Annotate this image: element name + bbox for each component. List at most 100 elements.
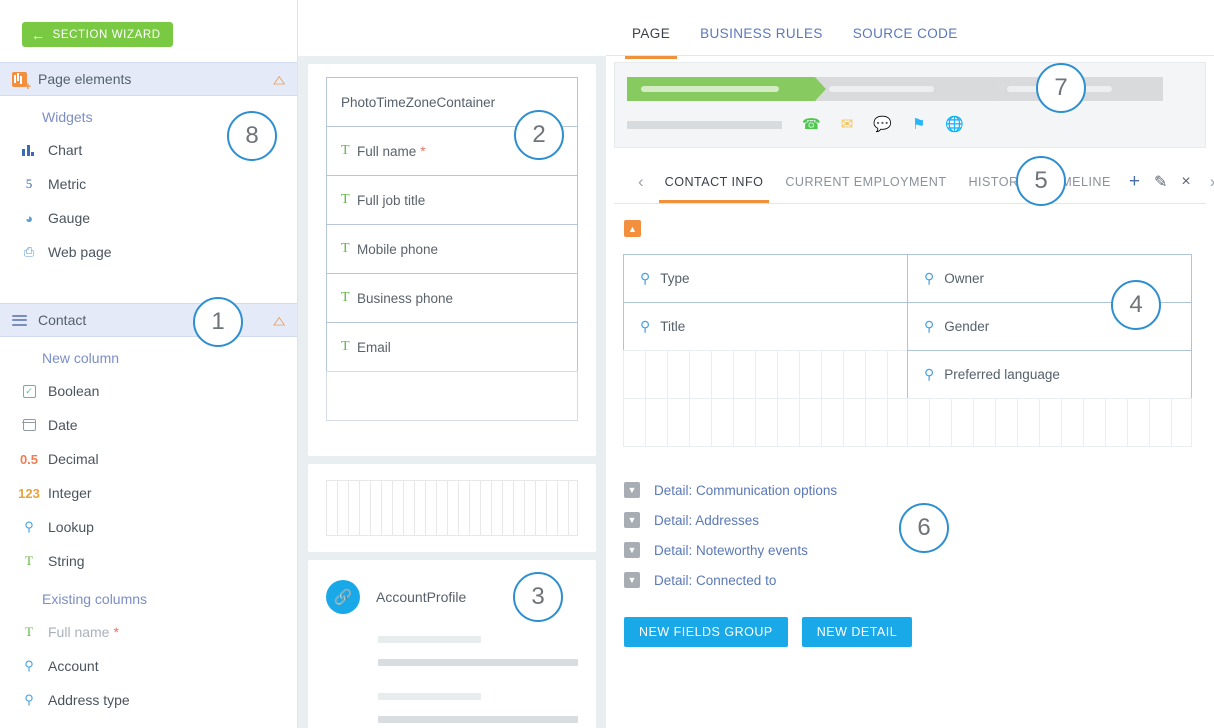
field-business-phone[interactable]: T Business phone (326, 273, 578, 323)
field-grid-row: ⚲ Type ⚲ Owner (623, 254, 1196, 303)
wizard-bar: ← SECTION WIZARD (0, 0, 297, 62)
lookup-icon: ⚲ (640, 318, 651, 334)
sidebar-item-label: Lookup (48, 519, 94, 535)
sidebar-section-title-new-column: New column (42, 350, 120, 366)
empty-field-slot[interactable] (623, 398, 908, 447)
empty-field-slot[interactable] (623, 350, 908, 399)
message-icon[interactable]: 💬 (873, 117, 892, 132)
section-wizard-button[interactable]: ← SECTION WIZARD (22, 22, 173, 47)
sidebar-item-account[interactable]: ⚲ Account (0, 649, 297, 683)
sidebar-item-full-name[interactable]: T Full name * (0, 615, 297, 649)
empty-field-slot[interactable] (907, 398, 1192, 447)
lookup-icon: ⚲ (924, 366, 935, 382)
chevron-down-icon[interactable]: ▼ (624, 572, 640, 588)
field-grid: ⚲ Type ⚲ Owner ⚲ Title ⚲ Gender ⚲ Prefer… (623, 254, 1196, 447)
sidebar-item-label: Integer (48, 485, 92, 501)
gauge-icon: ◕ (25, 210, 33, 226)
sidebar-item-date[interactable]: Date (0, 408, 297, 442)
tab-contact-info[interactable]: CONTACT INFO (654, 161, 775, 203)
phone-icon[interactable]: ☎ (802, 117, 821, 132)
chevron-up-icon[interactable]: △ (273, 314, 285, 327)
field-full-job-title[interactable]: T Full job title (326, 175, 578, 225)
arrow-left-icon: ← (31, 26, 46, 43)
field-label: Preferred language (944, 367, 1060, 382)
sidebar-section-title-existing-columns: Existing columns (42, 591, 148, 607)
callout-badge-1: 1 (193, 297, 243, 347)
required-marker: * (420, 143, 426, 159)
add-tab-button[interactable]: + (1122, 171, 1147, 193)
skeleton-title (627, 120, 782, 129)
stage-progress-bar (627, 77, 1193, 101)
sidebar-item-address-type[interactable]: ⚲ Address type (0, 683, 297, 717)
field-grid-row (623, 398, 1196, 447)
section-wizard-label: SECTION WIZARD (52, 28, 161, 41)
detail-row[interactable]: ▼ Detail: Communication options (624, 475, 1214, 505)
tab-source-code[interactable]: SOURCE CODE (838, 26, 973, 55)
tab-page[interactable]: PAGE (617, 26, 685, 59)
string-icon: T (341, 290, 350, 305)
edit-tab-button[interactable]: ✎ (1147, 172, 1174, 192)
new-fields-group-button[interactable]: NEW FIELDS GROUP (624, 617, 788, 647)
field-label: Business phone (357, 290, 454, 306)
action-button-row: NEW FIELDS GROUP NEW DETAIL (624, 617, 1214, 647)
detail-label[interactable]: Detail: Noteworthy events (654, 543, 808, 558)
callout-badge-7: 7 (1036, 63, 1086, 113)
lookup-icon: ⚲ (24, 658, 34, 673)
sidebar-item-label: Full name (48, 624, 110, 640)
sidebar-item-decimal[interactable]: 0.5 Decimal (0, 442, 297, 476)
field-label: Full job title (357, 192, 426, 208)
string-icon: T (341, 241, 350, 256)
flag-icon[interactable]: ⚑ (912, 117, 925, 132)
center-preview-panel: PhotoTimeZoneContainer T Full name * T F… (298, 56, 606, 728)
sidebar-item-metric[interactable]: 5 Metric (0, 167, 297, 201)
detail-row[interactable]: ▼ Detail: Connected to (624, 565, 1214, 595)
tab-business-rules[interactable]: BUSINESS RULES (685, 26, 838, 55)
field-email[interactable]: T Email (326, 322, 578, 372)
lookup-icon: ⚲ (640, 270, 651, 286)
hamburger-icon (12, 314, 27, 326)
collapse-group-button[interactable]: ▲ (624, 220, 641, 237)
sidebar-item-boolean[interactable]: ✓ Boolean (0, 374, 297, 408)
chevron-up-icon[interactable]: △ (273, 73, 285, 86)
field-mobile-phone[interactable]: T Mobile phone (326, 224, 578, 274)
detail-label[interactable]: Detail: Communication options (654, 483, 837, 498)
detail-label[interactable]: Detail: Addresses (654, 513, 759, 528)
chevron-down-icon[interactable]: ▼ (624, 482, 640, 498)
detail-tab-strip: ‹ CONTACT INFO CURRENT EMPLOYMENT HISTOR… (614, 160, 1214, 204)
sidebar-group-page-elements[interactable]: Page elements △ (0, 62, 297, 96)
chevron-left-icon[interactable]: ‹ (628, 172, 654, 192)
callout-badge-3: 3 (513, 572, 563, 622)
sidebar-item-gauge[interactable]: ◕ Gauge (0, 201, 297, 235)
required-marker: * (113, 624, 119, 640)
boolean-icon: ✓ (18, 384, 40, 398)
stage-pending[interactable] (815, 77, 1004, 101)
tab-current-employment[interactable]: CURRENT EMPLOYMENT (774, 161, 957, 203)
chevron-down-icon[interactable]: ▼ (624, 542, 640, 558)
skeleton-line (378, 659, 578, 666)
chevron-right-icon[interactable]: › (1200, 172, 1214, 192)
sidebar-item-lookup[interactable]: ⚲ Lookup (0, 510, 297, 544)
field-title[interactable]: ⚲ Title (623, 302, 908, 351)
sidebar-item-label: Boolean (48, 383, 100, 399)
sidebar-item-web-page[interactable]: ⎙ Web page (0, 235, 297, 269)
detail-label[interactable]: Detail: Connected to (654, 573, 776, 588)
field-type[interactable]: ⚲ Type (623, 254, 908, 303)
sidebar-item-label: Address type (48, 692, 130, 708)
string-icon: T (341, 192, 350, 207)
sidebar-item-label: Decimal (48, 451, 99, 467)
sidebar-item-string[interactable]: T String (0, 544, 297, 578)
email-icon[interactable]: ✉ (841, 117, 854, 132)
sidebar-group-contact[interactable]: Contact △ (0, 303, 297, 337)
decimal-icon: 0.5 (19, 451, 39, 467)
stage-completed[interactable] (627, 77, 826, 101)
sidebar-item-integer[interactable]: 123 Integer (0, 476, 297, 510)
new-detail-button[interactable]: NEW DETAIL (801, 617, 913, 647)
field-placeholder-slot[interactable] (326, 371, 578, 421)
chevron-down-icon[interactable]: ▼ (624, 512, 640, 528)
sidebar-item-label: Metric (48, 176, 87, 192)
field-preferred-language[interactable]: ⚲ Preferred language (907, 350, 1192, 399)
delete-tab-button[interactable]: × (1174, 173, 1197, 191)
sidebar-item-label: Web page (48, 244, 112, 260)
sidebar-item-label: Chart (48, 142, 83, 158)
globe-icon[interactable]: 🌐 (945, 117, 964, 132)
